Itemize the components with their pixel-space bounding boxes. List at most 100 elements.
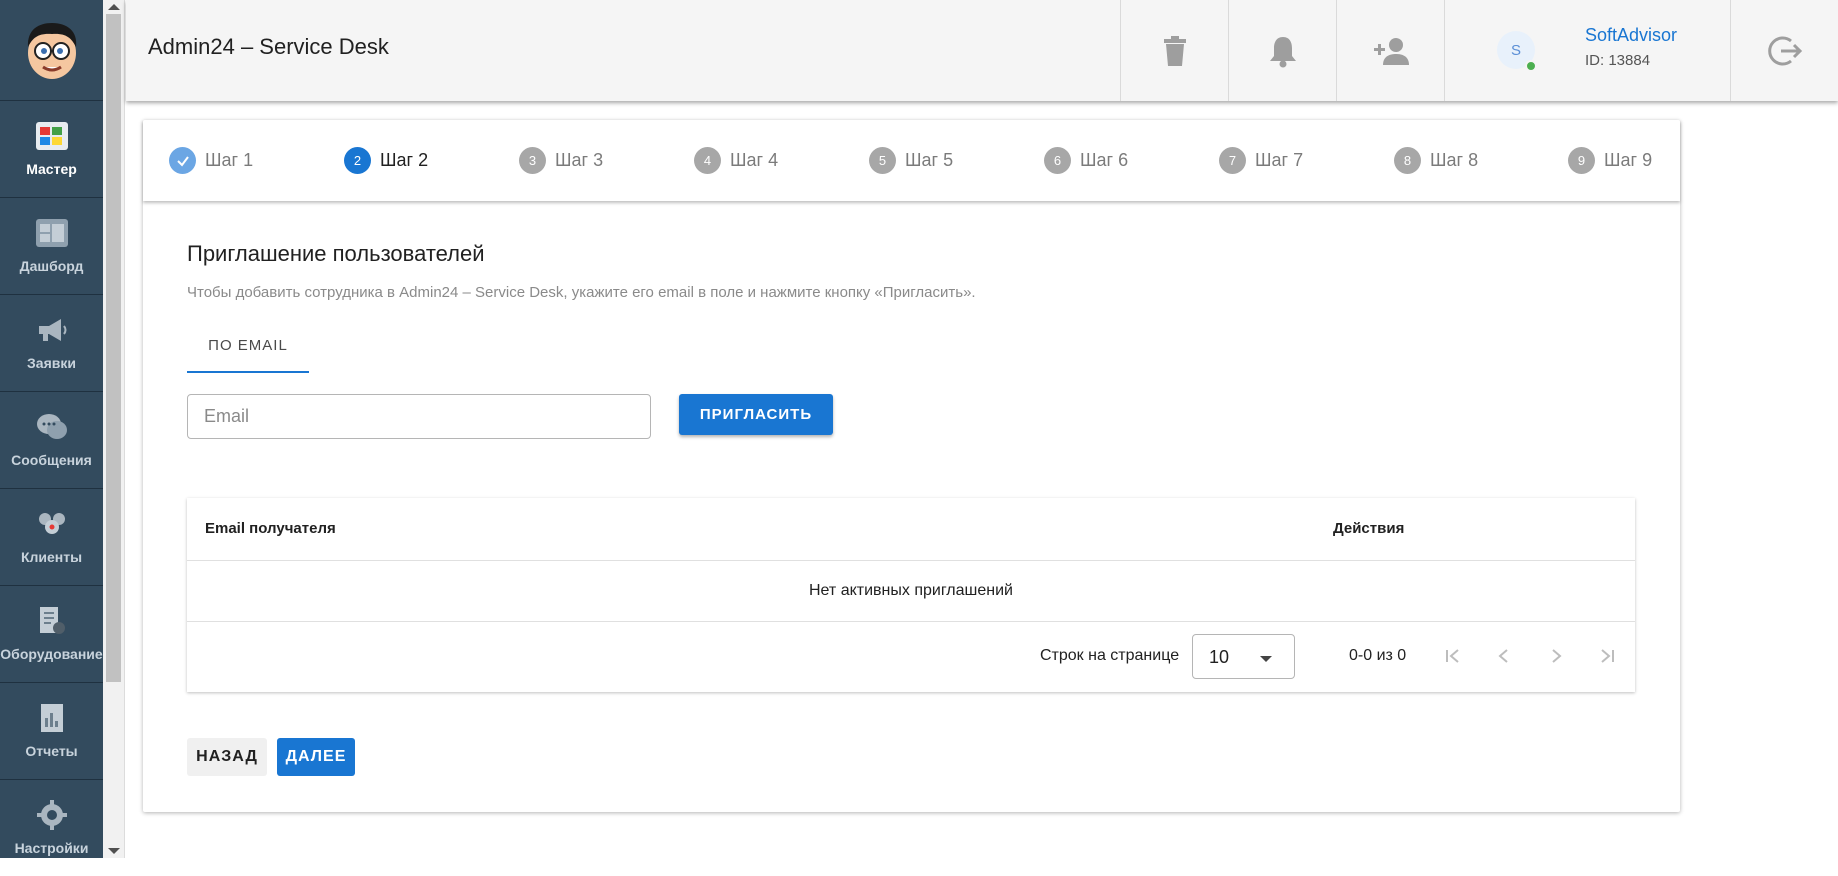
wizard-card: Шаг 1 2 Шаг 2 3 Шаг 3 4 Шаг 4 5 Шаг 5 6 … (143, 120, 1680, 812)
sidebar: Мастер Дашборд Заявки Сообщения Клиенты … (0, 0, 103, 858)
back-button[interactable]: НАЗАД (187, 738, 267, 776)
next-page-button[interactable] (1544, 644, 1568, 668)
user-profile[interactable]: S SoftAdvisor ID: 13884 (1444, 0, 1730, 101)
sidebar-item-settings[interactable]: Настройки (0, 780, 103, 876)
column-header-actions: Действия (1333, 520, 1405, 537)
sidebar-item-messages[interactable]: Сообщения (0, 392, 103, 489)
gear-icon (35, 800, 69, 830)
step-number: 8 (1394, 147, 1421, 174)
logo[interactable] (0, 0, 103, 101)
step-label: Шаг 5 (905, 150, 954, 170)
logout-icon (1767, 36, 1802, 65)
step-number: 3 (519, 147, 546, 174)
step-6[interactable]: 6 Шаг 6 (1044, 147, 1128, 174)
sidebar-item-tickets[interactable]: Заявки (0, 295, 103, 392)
last-page-button[interactable] (1595, 644, 1619, 668)
tab-by-email[interactable]: ПО EMAIL (187, 319, 309, 373)
equipment-icon (35, 606, 69, 636)
step-label: Шаг 4 (730, 150, 779, 170)
user-name[interactable]: SoftAdvisor (1585, 25, 1677, 46)
first-page-button[interactable] (1441, 644, 1465, 668)
sidebar-item-dashboard[interactable]: Дашборд (0, 198, 103, 295)
step-label: Шаг 9 (1604, 150, 1653, 170)
scroll-thumb[interactable] (106, 14, 121, 682)
email-input[interactable] (187, 394, 651, 439)
user-id: ID: 13884 (1585, 52, 1651, 69)
check-icon (169, 147, 196, 174)
sidebar-item-label: Сообщения (11, 452, 92, 468)
online-status-dot (1525, 60, 1537, 72)
dashboard-icon (35, 218, 69, 248)
step-3[interactable]: 3 Шаг 3 (519, 147, 603, 174)
chevron-right-icon (1552, 649, 1562, 663)
step-number: 5 (869, 147, 896, 174)
invite-button[interactable]: ПРИГЛАСИТЬ (679, 394, 833, 435)
scroll-up-arrow[interactable] (108, 4, 120, 10)
step-2[interactable]: 2 Шаг 2 (344, 147, 428, 174)
sidebar-item-equipment[interactable]: Оборудование (0, 586, 103, 683)
sidebar-item-master[interactable]: Мастер (0, 101, 103, 198)
step-label: Шаг 8 (1430, 150, 1479, 170)
sidebar-item-reports[interactable]: Отчеты (0, 683, 103, 780)
section-description: Чтобы добавить сотрудника в Admin24 – Se… (187, 284, 976, 301)
step-label: Шаг 2 (380, 150, 429, 170)
add-user-button[interactable] (1336, 0, 1444, 101)
step-number: 2 (344, 147, 371, 174)
step-number: 6 (1044, 147, 1071, 174)
step-label: Шаг 3 (555, 150, 604, 170)
column-header-email: Email получателя (205, 520, 336, 537)
chat-icon (35, 412, 69, 442)
step-label: Шаг 6 (1080, 150, 1129, 170)
notifications-button[interactable] (1228, 0, 1336, 101)
trash-icon (1163, 35, 1186, 66)
sidebar-item-label: Дашборд (19, 258, 84, 274)
sidebar-item-clients[interactable]: Клиенты (0, 489, 103, 586)
step-7[interactable]: 7 Шаг 7 (1219, 147, 1303, 174)
sidebar-item-label: Оборудование (0, 646, 103, 662)
step-4[interactable]: 4 Шаг 4 (694, 147, 778, 174)
step-label: Шаг 1 (205, 150, 254, 170)
trash-button[interactable] (1120, 0, 1228, 101)
pagination-range: 0-0 из 0 (1349, 647, 1407, 664)
logout-button[interactable] (1730, 0, 1838, 101)
step-1[interactable]: Шаг 1 (169, 147, 253, 174)
add-user-icon (1373, 37, 1409, 65)
cartoon-face-logo (27, 23, 76, 79)
sidebar-scrollbar[interactable] (103, 0, 125, 858)
chevron-down-icon (1260, 656, 1272, 662)
step-8[interactable]: 8 Шаг 8 (1394, 147, 1478, 174)
sidebar-item-label: Мастер (26, 161, 77, 177)
reports-icon (35, 703, 69, 733)
rows-per-page-label: Строк на странице (1040, 647, 1180, 664)
sidebar-item-label: Отчеты (25, 743, 78, 759)
stepper: Шаг 1 2 Шаг 2 3 Шаг 3 4 Шаг 4 5 Шаг 5 6 … (143, 120, 1680, 201)
megaphone-icon (35, 315, 69, 345)
step-label: Шаг 7 (1255, 150, 1304, 170)
next-button[interactable]: ДАЛЕЕ (277, 738, 355, 776)
section-title: Приглашение пользователей (187, 241, 485, 266)
step-number: 9 (1568, 147, 1595, 174)
step-5[interactable]: 5 Шаг 5 (869, 147, 953, 174)
empty-state-row: Нет активных приглашений (187, 561, 1635, 622)
first-page-icon (1446, 649, 1459, 663)
prev-page-button[interactable] (1492, 644, 1516, 668)
bell-icon (1269, 36, 1296, 67)
sidebar-item-label: Заявки (27, 355, 76, 371)
top-header: Admin24 – Service Desk S SoftAdvisor ID:… (126, 0, 1838, 101)
table-header: Email получателя Действия (187, 498, 1635, 561)
last-page-icon (1601, 649, 1614, 663)
step-number: 4 (694, 147, 721, 174)
sidebar-item-label: Настройки (14, 840, 89, 856)
sidebar-item-label: Клиенты (20, 549, 83, 565)
table-pagination: Строк на странице 10 0-0 из 0 (187, 622, 1635, 692)
rows-per-page-value: 10 (1209, 647, 1230, 667)
chevron-left-icon (1498, 649, 1508, 663)
step-number: 7 (1219, 147, 1246, 174)
scroll-down-arrow[interactable] (108, 848, 120, 854)
app-title: Admin24 – Service Desk (148, 34, 389, 59)
wizard-icon (35, 121, 69, 151)
invitations-table: Email получателя Действия Нет активных п… (187, 498, 1635, 692)
step-9[interactable]: 9 Шаг 9 (1568, 147, 1652, 174)
clients-icon (35, 509, 69, 539)
rows-per-page-select[interactable]: 10 (1192, 634, 1295, 679)
